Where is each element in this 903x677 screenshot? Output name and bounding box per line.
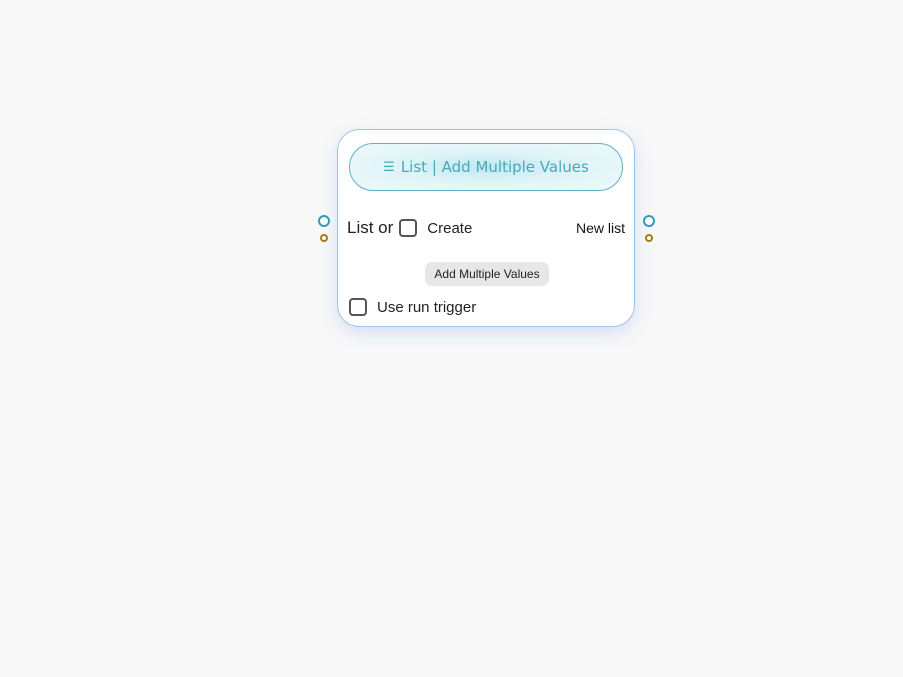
node-canvas[interactable]: ☰ List | Add Multiple Values List or Cre… xyxy=(0,0,903,677)
create-label: Create xyxy=(427,219,473,237)
list-input-label: List or xyxy=(347,218,394,237)
input-data-port[interactable] xyxy=(318,215,330,227)
node-title-text: List | Add Multiple Values xyxy=(400,158,589,176)
output-data-port[interactable] xyxy=(643,215,655,227)
list-icon: ☰ xyxy=(383,159,395,175)
add-multiple-values-button[interactable]: Add Multiple Values xyxy=(425,262,549,286)
output-trigger-port[interactable] xyxy=(645,234,653,242)
use-run-trigger-checkbox[interactable] xyxy=(349,298,367,316)
list-add-multiple-values-node[interactable]: ☰ List | Add Multiple Values List or Cre… xyxy=(337,129,635,327)
output-label: New list xyxy=(575,220,625,236)
input-trigger-port[interactable] xyxy=(320,234,328,242)
create-checkbox[interactable] xyxy=(399,219,418,237)
run-trigger-row: Use run trigger xyxy=(349,298,476,316)
node-title-button[interactable]: ☰ List | Add Multiple Values xyxy=(349,143,623,191)
use-run-trigger-label: Use run trigger xyxy=(377,298,477,316)
list-input-row: List or Create xyxy=(347,218,472,238)
